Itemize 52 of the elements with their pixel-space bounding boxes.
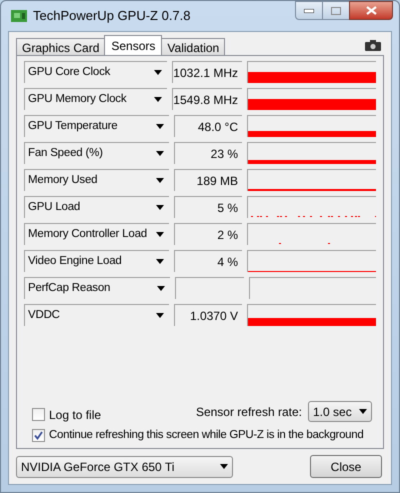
close-icon <box>366 6 376 15</box>
dropdown-caret-icon <box>156 178 164 183</box>
sensor-value: 1032.1 MHz <box>172 61 242 83</box>
close-window-button[interactable] <box>349 1 393 20</box>
maximize-icon <box>331 6 341 14</box>
camera-button[interactable] <box>362 37 384 54</box>
checkbox[interactable] <box>32 408 45 422</box>
dropdown-caret-icon <box>156 232 164 237</box>
sensor-dropdown[interactable]: Fan Speed (%) <box>24 142 169 164</box>
sensor-value <box>174 277 244 299</box>
refresh-rate-dropdown[interactable]: 1.0 sec <box>308 401 372 422</box>
sensor-dropdown[interactable]: VDDC <box>24 304 169 326</box>
window-title: TechPowerUp GPU-Z 0.7.8 <box>33 7 191 26</box>
minimize-icon <box>304 8 314 12</box>
sensor-value: 2 % <box>174 223 242 245</box>
tab[interactable]: Validation <box>161 38 226 55</box>
close-button[interactable]: Close <box>310 455 382 478</box>
dropdown-caret-icon <box>359 409 367 414</box>
dropdown-caret-icon <box>156 259 164 264</box>
sensor-value: 23 % <box>174 142 242 164</box>
gpu-select-dropdown[interactable]: NVIDIA GeForce GTX 650 Ti <box>16 456 233 478</box>
sensor-dropdown[interactable]: Video Engine Load <box>24 250 169 272</box>
sensor-dropdown[interactable]: Memory Controller Load <box>24 223 169 245</box>
dropdown-caret-icon <box>154 70 162 75</box>
dropdown-caret-icon <box>220 464 228 469</box>
tab[interactable]: Sensors <box>104 35 162 55</box>
sensor-dropdown[interactable]: PerfCap Reason <box>24 277 170 299</box>
sensor-value: 189 MB <box>174 169 242 191</box>
sensor-dropdown[interactable]: GPU Memory Clock <box>24 88 168 110</box>
sensor-value: 5 % <box>174 196 242 218</box>
dropdown-caret-icon <box>156 205 164 210</box>
dropdown-caret-icon <box>156 124 164 129</box>
sensor-dropdown[interactable]: GPU Core Clock <box>24 61 168 83</box>
sensor-dropdown[interactable]: GPU Load <box>24 196 169 218</box>
checkbox-label: Log to file <box>49 406 102 424</box>
minimize-button[interactable] <box>295 1 323 20</box>
camera-icon <box>365 40 381 51</box>
tab[interactable]: Graphics Card <box>16 38 106 55</box>
checkbox[interactable] <box>32 428 45 442</box>
sensor-value: 4 % <box>174 250 242 272</box>
refresh-rate-label: Sensor refresh rate: <box>196 404 302 421</box>
checkbox-label: Continue refreshing this screen while GPU-Z is in the background <box>49 428 364 443</box>
sensor-value: 48.0 °C <box>174 115 242 137</box>
sensor-value: 1549.8 MHz <box>172 88 242 110</box>
dropdown-caret-icon <box>154 97 162 102</box>
app-icon <box>11 10 27 22</box>
sensor-dropdown[interactable]: Memory Used <box>24 169 169 191</box>
sensor-dropdown[interactable]: GPU Temperature <box>24 115 169 137</box>
dropdown-caret-icon <box>156 151 164 156</box>
dropdown-caret-icon <box>156 313 164 318</box>
dropdown-caret-icon <box>156 286 165 291</box>
sensor-value: 1.0370 V <box>174 304 242 326</box>
